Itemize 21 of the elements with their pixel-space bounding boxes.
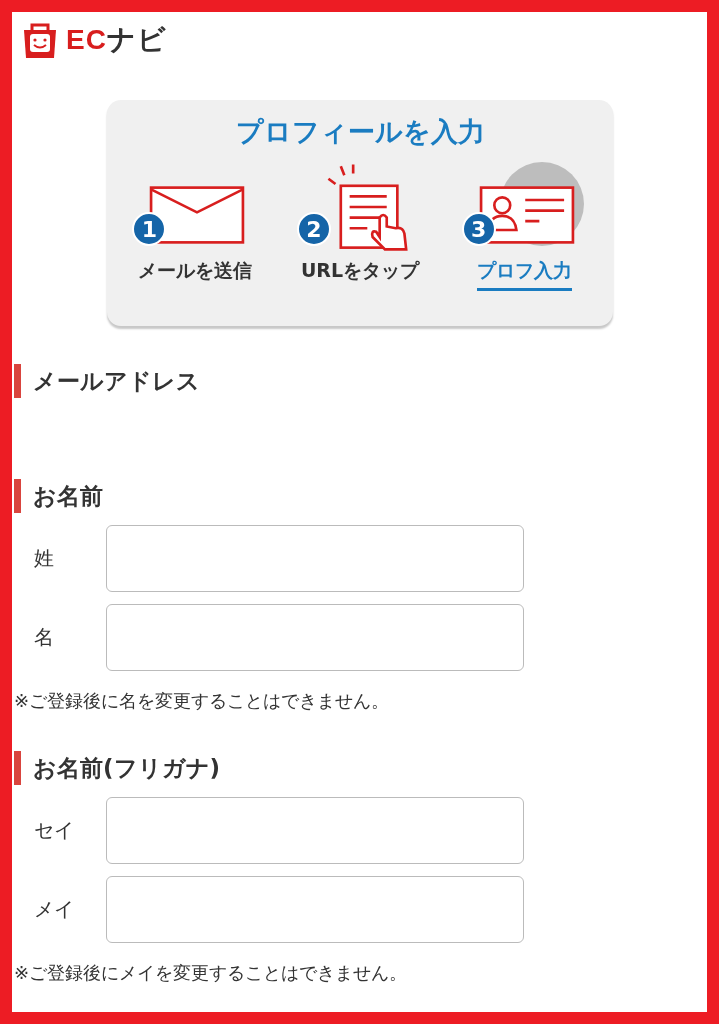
note-text: ※ご登録後にメイを変更することはできません。: [14, 961, 409, 985]
logo-text: ECナビ: [66, 23, 167, 57]
field-label: メイ: [33, 896, 75, 923]
step-label: プロフ入力: [477, 258, 573, 291]
input-field[interactable]: [106, 876, 524, 943]
step-label: URLをタップ: [300, 258, 420, 283]
step-number: 2: [297, 212, 331, 246]
section-heading: お名前(フリガナ): [14, 751, 707, 785]
step-label: メールを送信: [138, 258, 253, 283]
field-label: セイ: [33, 817, 75, 844]
steps-title: プロフィールを入力: [234, 115, 486, 149]
field-label: 名: [33, 624, 55, 651]
section-heading: メールアドレス: [14, 364, 707, 398]
input-field[interactable]: [106, 604, 524, 671]
field-label: 姓: [33, 545, 55, 572]
input-field[interactable]: [106, 797, 524, 864]
input-field[interactable]: [106, 525, 524, 592]
note-text: ※ご登録後に名を変更することはできません。: [14, 689, 391, 713]
section-heading: お名前: [14, 479, 707, 513]
step-number: 1: [132, 212, 167, 246]
step-number: 3: [461, 212, 496, 246]
